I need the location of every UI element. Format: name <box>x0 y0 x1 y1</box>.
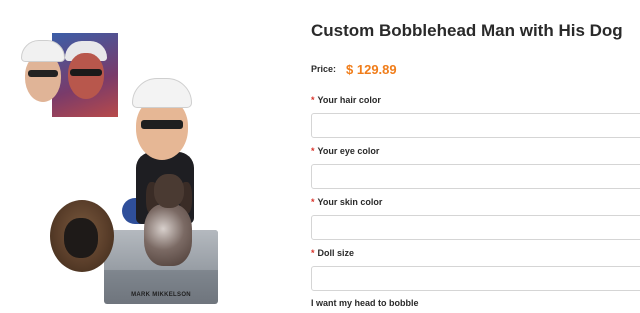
bobblehead-figure-image: MARK MIKKELSON <box>100 70 230 310</box>
price-value: $ 129.89 <box>346 61 397 77</box>
hair-color-label: * Your hair color <box>311 95 381 107</box>
required-asterisk: * <box>311 248 315 258</box>
figure-head <box>132 78 192 160</box>
bobblehead-head-closeup <box>21 40 65 110</box>
dog-body <box>144 204 192 266</box>
skin-color-label-text: Your skin color <box>317 197 383 207</box>
hair-color-label-text: Your hair color <box>317 95 381 105</box>
base-nameplate: MARK MIKKELSON <box>131 292 191 298</box>
product-title: Custom Bobblehead Man with His Dog <box>311 21 623 40</box>
eye-color-label-text: Your eye color <box>317 146 380 156</box>
reference-photo-dog <box>50 200 114 272</box>
skin-color-select[interactable] <box>311 215 640 240</box>
eye-color-label: * Your eye color <box>311 146 379 158</box>
dog-head <box>154 174 184 208</box>
product-page: MARK MIKKELSON Custom Bobblehead Man wit… <box>0 0 640 313</box>
price-label: Price: <box>311 64 337 74</box>
product-details: Custom Bobblehead Man with His Dog Price… <box>311 0 640 313</box>
doll-size-select[interactable] <box>311 266 640 291</box>
figure-dog <box>140 174 196 278</box>
product-image-gallery[interactable]: MARK MIKKELSON <box>0 0 300 313</box>
cap-icon <box>132 78 192 108</box>
required-asterisk: * <box>311 197 315 207</box>
eye-color-select[interactable] <box>311 164 640 189</box>
hair-color-select[interactable] <box>311 113 640 138</box>
sunglasses-icon <box>28 70 58 77</box>
required-asterisk: * <box>311 95 315 105</box>
dog-photo-subject <box>64 218 98 258</box>
doll-size-label-text: Doll size <box>317 248 355 258</box>
doll-size-label: * Doll size <box>311 248 354 260</box>
required-asterisk: * <box>311 146 315 156</box>
cap-icon <box>21 40 65 62</box>
sunglasses-icon <box>141 120 183 129</box>
face-photo <box>68 53 104 99</box>
sunglasses-icon <box>70 69 102 76</box>
bobble-option-label: I want my head to bobble <box>311 298 419 308</box>
skin-color-label: * Your skin color <box>311 197 382 209</box>
price-row: Price: $ 129.89 <box>311 61 397 77</box>
